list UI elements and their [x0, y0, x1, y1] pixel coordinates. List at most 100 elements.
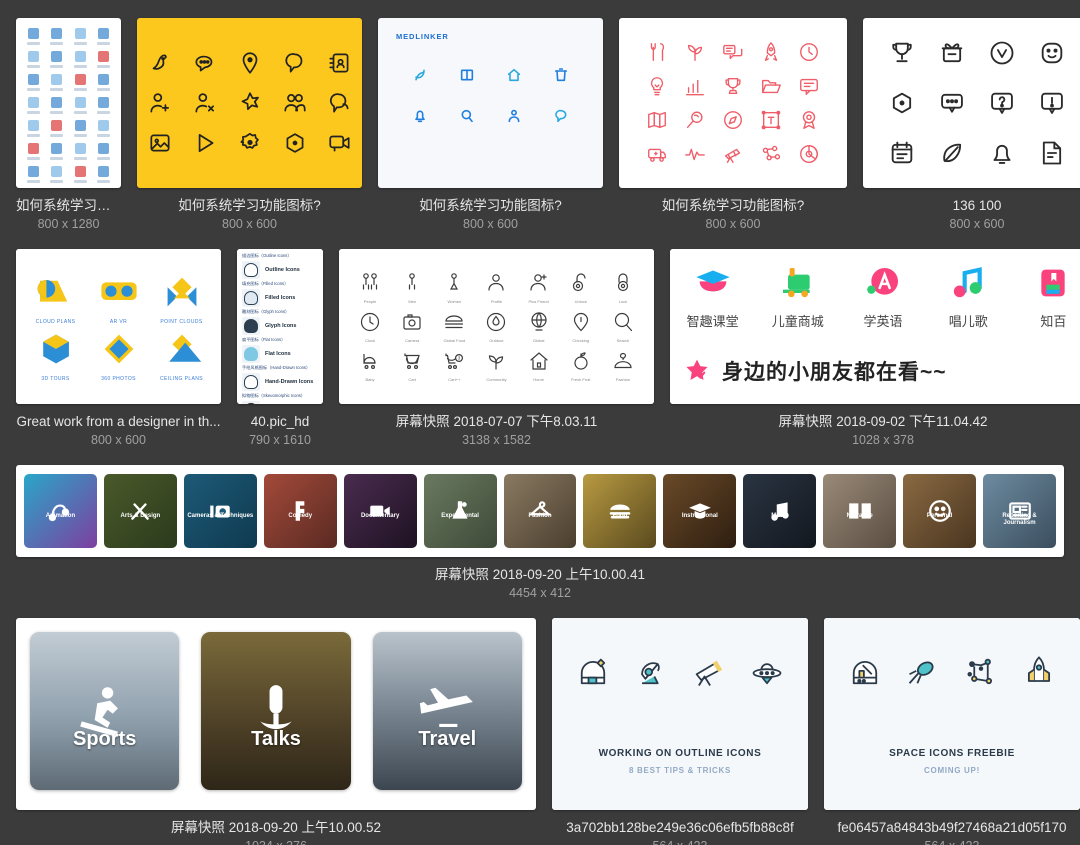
gallery-item[interactable]: 如何系统学习功能图标? 800 x 600: [137, 18, 362, 233]
thumbnail-kids-app[interactable]: 智趣课堂 儿童商城 学英语 唱儿歌 知百 身边的小朋友都在看~~: [670, 249, 1080, 404]
ufo-icon: [752, 662, 782, 684]
blue-icon-cell: [92, 26, 115, 47]
play-icon: [187, 125, 223, 161]
category-tile[interactable]: Food: [583, 474, 657, 548]
kids-app-item[interactable]: 学英语: [854, 263, 911, 330]
blue-icon-cell: [69, 187, 92, 188]
thumbnail-icon-style-list[interactable]: 描边图标（Outline Icons） Outline Icons 填充图标（F…: [237, 249, 323, 404]
category-tile[interactable]: Personal: [903, 474, 977, 548]
book-icon: [1041, 269, 1066, 297]
home-icon: Home: [518, 349, 560, 382]
space-card-title: WORKING ON OUTLINE ICONS: [598, 747, 762, 759]
category-tile[interactable]: Experimental: [423, 474, 497, 548]
red-icon-grid: [638, 35, 828, 171]
icon-label: [27, 134, 41, 137]
generic-icon: [51, 166, 63, 177]
thumbnail-red-icon-sheet[interactable]: [619, 18, 847, 188]
item-caption: 如何系统学习功... 800 x 1280: [16, 188, 121, 233]
big-tile[interactable]: Sports: [30, 632, 180, 790]
item-caption: 屏幕快照 2018-07-07 下午8.03.11 3138 x 1582: [339, 404, 654, 449]
user-remove-icon: [187, 85, 223, 121]
thumbnail-yellow-icon-sheet[interactable]: [137, 18, 362, 188]
blue-icon-cell: [69, 118, 92, 139]
icon-label: [96, 157, 110, 160]
category-tile[interactable]: Reporting & Journalism: [983, 474, 1056, 548]
thumbnail-space-outline[interactable]: WORKING ON OUTLINE ICONS 8 BEST TIPS & T…: [552, 618, 808, 810]
category-tile[interactable]: Instructional: [663, 474, 737, 548]
thumbnail-category-strip[interactable]: Animation Arts & Design Cameras & Techni…: [16, 465, 1064, 557]
gallery-item[interactable]: 如何系统学习功能图标? 800 x 600: [619, 18, 847, 233]
molecule-icon: [752, 137, 790, 171]
category-label: Instructional: [681, 513, 718, 519]
gallery-item[interactable]: MEDLINKER 如何系统学习功能图标? 800 x 600: [378, 18, 603, 233]
kids-app-item[interactable]: 儿童商城: [769, 263, 826, 330]
gallery-item[interactable]: 如何系统学习功... 800 x 1280: [16, 18, 121, 233]
ceiling-plans-tile: CEILING PLANS: [150, 329, 213, 382]
kids-app-item[interactable]: 智趣课堂: [684, 263, 741, 330]
icon-style-title: Flat Icons: [265, 351, 291, 357]
clock-icon: Clock: [349, 310, 391, 343]
comment-icon: [790, 69, 828, 103]
category-tile[interactable]: Arts & Design: [103, 474, 177, 548]
telescope-icon: [714, 137, 752, 171]
blue-icon-cell: [45, 72, 68, 93]
gallery-item[interactable]: 智趣课堂 儿童商城 学英语 唱儿歌 知百 身边的小朋友都在看~~ 屏幕快照 20…: [670, 249, 1080, 449]
letter-a-icon: [867, 268, 898, 295]
star-badge-icon: [686, 359, 708, 380]
gallery-item[interactable]: People Men Women Profile Plus Friend Unl…: [339, 249, 654, 449]
item-dimensions: 3138 x 1582: [462, 433, 531, 447]
geometric-grid: CLOUD PLANS AR VR POINT CLOUDS 3D TOURS: [16, 249, 221, 404]
big-tile[interactable]: Travel: [372, 632, 522, 790]
gallery-item[interactable]: Sports Talks Travel 屏幕快照 2018-09-20 上午10…: [16, 618, 536, 845]
kids-banner[interactable]: 身边的小朋友都在看~~: [684, 356, 1080, 386]
category-tile[interactable]: Comedy: [263, 474, 337, 548]
thumbnail-blue-icon-grid[interactable]: [16, 18, 121, 188]
category-tile[interactable]: Cameras & Techniques: [183, 474, 257, 548]
category-tile[interactable]: Animation: [24, 474, 97, 548]
space-card: SPACE ICONS FREEBIE COMING UP!: [824, 618, 1080, 810]
gallery-row-3: Animation Arts & Design Cameras & Techni…: [16, 465, 1064, 602]
generic-icon: [51, 97, 63, 108]
360-photos-tile: 360 PHOTOS: [87, 329, 150, 382]
category-tile[interactable]: Documentary: [343, 474, 417, 548]
gallery-item[interactable]: WORKING ON OUTLINE ICONS 8 BEST TIPS & T…: [552, 618, 808, 845]
teacher-icon: [688, 503, 711, 519]
ar-vr-icon: [100, 281, 137, 300]
document-icon: [1027, 128, 1077, 178]
gallery-item[interactable]: 描边图标（Outline Icons） Outline Icons 填充图标（F…: [237, 249, 323, 449]
thumbnail-geometric[interactable]: CLOUD PLANS AR VR POINT CLOUDS 3D TOURS: [16, 249, 221, 404]
thumbnail-medlinker[interactable]: MEDLINKER: [378, 18, 603, 188]
gallery-item[interactable]: 136 100 800 x 600: [863, 18, 1080, 233]
icon-label: Global Food: [443, 338, 466, 343]
svg-text:3: 3: [458, 356, 461, 361]
category-tile[interactable]: Music: [743, 474, 817, 548]
gallery-item[interactable]: Animation Arts & Design Cameras & Techni…: [16, 465, 1064, 602]
gallery-item[interactable]: CLOUD PLANS AR VR POINT CLOUDS 3D TOURS: [16, 249, 221, 449]
kids-app-item[interactable]: 知百: [1025, 263, 1080, 330]
generic-icon: [97, 97, 109, 108]
generic-icon: [28, 51, 40, 62]
item-dimensions: 4454 x 412: [509, 586, 571, 600]
thumbnail-dark-icon-sheet[interactable]: [863, 18, 1080, 188]
blue-icon-grid: [16, 18, 121, 188]
blue-icon-cell: [45, 26, 68, 47]
icon-style-row: 填充图标（Filled Icons） Filled Icons: [242, 281, 318, 307]
gallery-item[interactable]: SPACE ICONS FREEBIE COMING UP! fe06457a8…: [824, 618, 1080, 845]
category-label: Experimental: [441, 513, 479, 519]
category-tile[interactable]: Narrative: [823, 474, 897, 548]
thumbnail-outline-icon-sheet[interactable]: People Men Women Profile Plus Friend Unl…: [339, 249, 654, 404]
brush-icon: [131, 503, 150, 520]
icon-style-title: Hand-Drawn Icons: [265, 379, 314, 385]
thumbnail-space-freebie[interactable]: SPACE ICONS FREEBIE COMING UP!: [824, 618, 1080, 810]
icon-label: [50, 134, 64, 137]
trophy-icon: [877, 28, 927, 78]
kids-app-label: 知百: [1040, 314, 1067, 329]
satellite-dish-icon: [641, 661, 660, 684]
cart-icon: Cart: [391, 349, 433, 382]
item-title: 屏幕快照 2018-09-02 下午11.04.42: [778, 414, 988, 429]
thumbnail-big-tiles[interactable]: Sports Talks Travel: [16, 618, 536, 810]
kids-app-item[interactable]: 唱儿歌: [940, 263, 997, 330]
category-tile[interactable]: Fashion: [503, 474, 577, 548]
icon-label: [73, 88, 87, 91]
big-tile[interactable]: Talks: [201, 632, 351, 790]
